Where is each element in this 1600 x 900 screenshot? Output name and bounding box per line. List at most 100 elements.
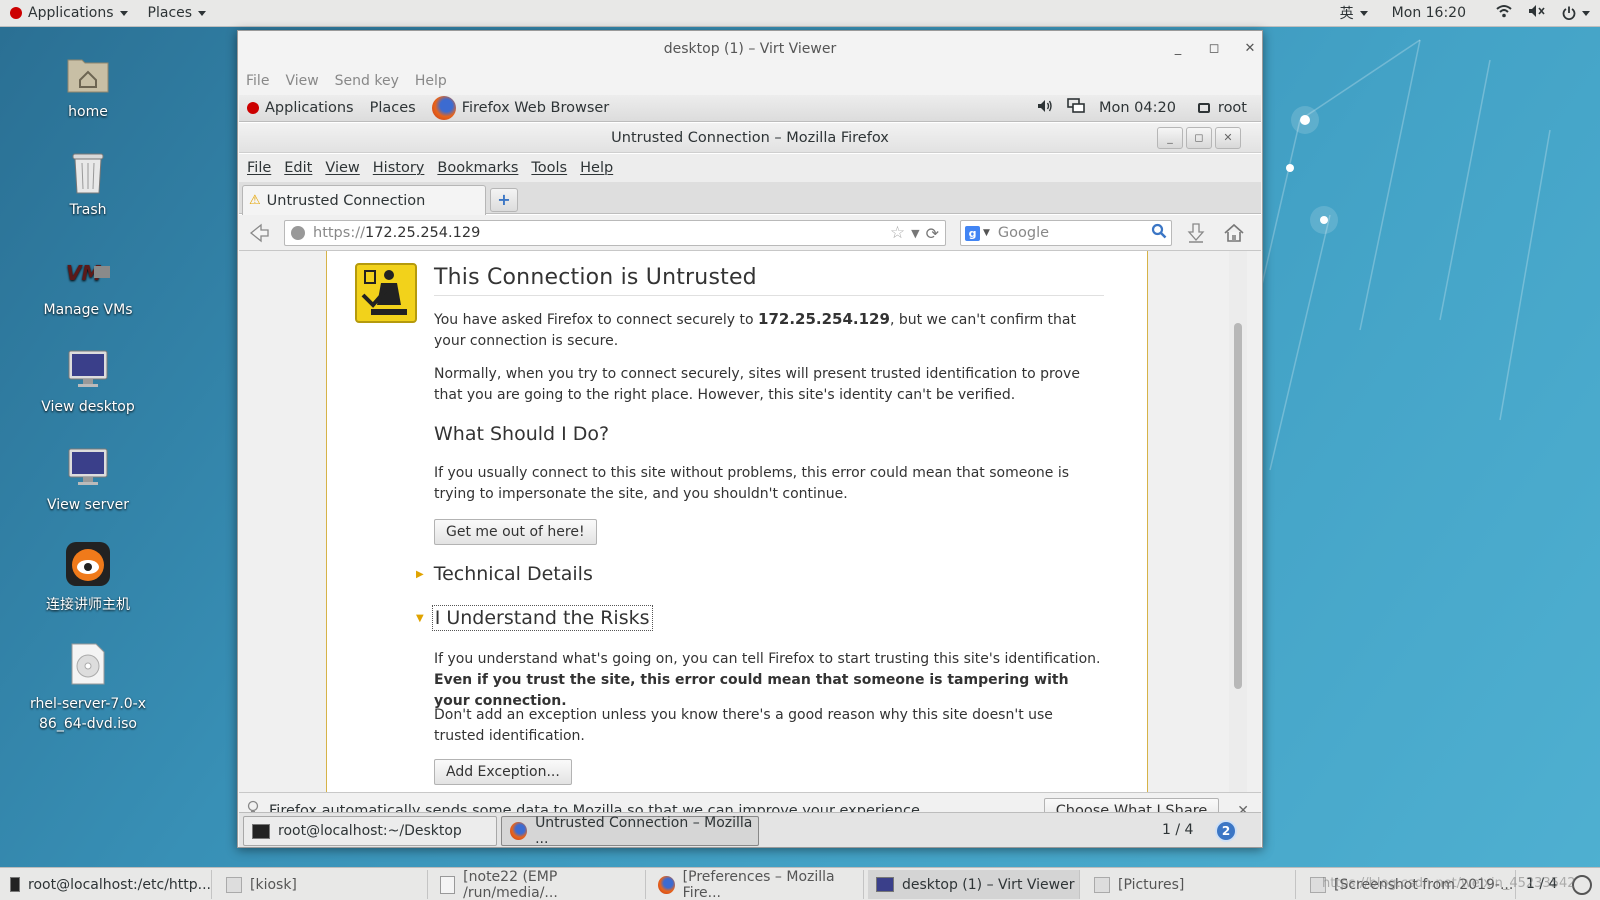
desktop-icon-manage-vms[interactable]: VM Manage VMs <box>20 248 156 318</box>
host-task-label: desktop (1) – Virt Viewer <box>902 876 1075 893</box>
error-title: This Connection is Untrusted <box>434 265 1104 296</box>
desktop-icon-view-desktop[interactable]: View desktop <box>20 345 156 415</box>
intro-host: 172.25.254.129 <box>758 310 890 328</box>
wifi-icon[interactable] <box>1496 4 1512 22</box>
host-task-preferences[interactable]: [Preferences – Mozilla Fire... <box>650 868 864 900</box>
ff-menu-edit[interactable]: Edit <box>284 160 312 176</box>
scrollbar-thumb[interactable] <box>1234 323 1242 689</box>
technical-details-toggle[interactable]: ▶ Technical Details <box>416 563 593 585</box>
search-engine-dropdown-icon[interactable]: ▼ <box>983 228 990 238</box>
maximize-button[interactable]: ◻ <box>1204 39 1224 59</box>
reload-icon[interactable]: ⟳ <box>926 224 939 243</box>
search-icon[interactable] <box>1151 223 1167 243</box>
input-method-menu[interactable]: 英 <box>1340 3 1368 23</box>
firefox-icon <box>431 96 456 120</box>
host-task-pictures[interactable]: [Pictures] <box>1086 870 1296 899</box>
what-should-i-do-heading: What Should I Do? <box>434 423 610 445</box>
terminal-icon <box>252 823 270 839</box>
url-bar[interactable]: https://172.25.254.129 ☆ ▼ ⟳ <box>284 220 946 246</box>
menu-file[interactable]: File <box>246 73 269 89</box>
network-wired-icon[interactable] <box>1067 98 1085 118</box>
menu-send-key[interactable]: Send key <box>335 73 399 89</box>
host-task-label: [note22 (EMP /run/media/... <box>463 868 558 900</box>
host-task-virt-viewer[interactable]: desktop (1) – Virt Viewer <box>868 870 1080 899</box>
guest-user-menu[interactable]: root <box>1197 100 1247 116</box>
search-bar[interactable]: g ▼ Google <box>960 220 1172 246</box>
applications-menu[interactable]: Applications <box>0 0 138 27</box>
add-exception-button[interactable]: Add Exception... <box>434 759 572 785</box>
understand-risks-toggle[interactable]: ▼ I Understand the Risks <box>416 605 653 631</box>
get-me-out-button[interactable]: Get me out of here! <box>434 519 597 545</box>
what-should-i-do-text: If you usually connect to this site with… <box>434 465 1070 502</box>
guest-workspace-pager[interactable]: 1 / 4 <box>1162 822 1193 838</box>
remote-desktop-icon <box>64 540 112 588</box>
firefox-titlebar[interactable]: Untrusted Connection – Mozilla Firefox <box>239 123 1261 153</box>
applications-label: Applications <box>28 5 114 21</box>
url-dropdown-icon[interactable]: ▼ <box>911 227 919 240</box>
tab-untrusted-connection[interactable]: ⚠ Untrusted Connection <box>242 185 486 215</box>
downloads-icon[interactable] <box>1186 222 1206 248</box>
notification-badge[interactable]: 2 <box>1215 820 1237 842</box>
guest-active-app[interactable]: Firefox Web Browser <box>424 96 618 120</box>
new-tab-button[interactable]: + <box>490 188 518 212</box>
guest-places-menu[interactable]: Places <box>362 100 424 116</box>
desktop-icon-iso[interactable]: rhel-server-7.0-x86_64-dvd.iso <box>20 640 156 734</box>
power-icon[interactable] <box>1562 6 1590 20</box>
ff-menu-help[interactable]: Help <box>580 160 613 176</box>
firefox-minimize-button[interactable]: _ <box>1157 127 1183 149</box>
volume-muted-icon[interactable] <box>1528 4 1546 22</box>
host-task-terminal[interactable]: root@localhost:/etc/http... <box>2 870 212 899</box>
virt-viewer-titlebar[interactable]: desktop (1) – Virt Viewer <box>238 31 1262 67</box>
globe-icon <box>291 226 305 240</box>
close-button[interactable]: ✕ <box>1240 39 1260 59</box>
guest-task-terminal[interactable]: root@localhost:~/Desktop <box>243 816 497 846</box>
page-content: This Connection is Untrusted You have as… <box>239 251 1261 792</box>
input-method-label: 英 <box>1339 6 1354 22</box>
back-button[interactable] <box>247 221 271 249</box>
clock[interactable]: Mon 16:20 <box>1392 5 1466 21</box>
guest-task-firefox[interactable]: Untrusted Connection – Mozilla ... <box>501 815 759 847</box>
scrollbar[interactable] <box>1229 251 1247 792</box>
host-task-kiosk[interactable]: [kiosk] <box>218 870 428 899</box>
guest-clock[interactable]: Mon 04:20 <box>1099 100 1176 116</box>
tab-label: Untrusted Connection <box>266 192 426 209</box>
ff-menu-file[interactable]: File <box>247 160 271 176</box>
monitor-icon <box>876 877 894 892</box>
guest-task-label: Untrusted Connection – Mozilla ... <box>535 815 753 847</box>
firefox-maximize-button[interactable]: ◻ <box>1186 127 1212 149</box>
bookmark-star-icon[interactable]: ☆ <box>890 223 905 243</box>
disc-image-icon <box>64 640 112 688</box>
volume-icon[interactable] <box>1037 99 1053 117</box>
places-menu[interactable]: Places <box>138 0 217 27</box>
risks-text: If you understand what's going on, you c… <box>434 649 1104 712</box>
firefox-close-button[interactable]: ✕ <box>1215 127 1241 149</box>
ff-menu-tools[interactable]: Tools <box>531 160 567 176</box>
desktop-icon-view-server[interactable]: View server <box>20 443 156 513</box>
desktop-icon-connect-teacher[interactable]: 连接讲师主机 <box>20 540 156 614</box>
ff-menu-view[interactable]: View <box>325 160 359 176</box>
url-host: 172.25.254.129 <box>364 225 481 241</box>
desktop-icon-home[interactable]: home <box>20 50 156 120</box>
menu-help[interactable]: Help <box>415 73 447 89</box>
desktop-icon-trash[interactable]: Trash <box>20 148 156 218</box>
guest-display[interactable]: Applications Places Firefox Web Browser … <box>239 95 1261 847</box>
ff-menu-bookmarks[interactable]: Bookmarks <box>437 160 518 176</box>
guest-taskbar: root@localhost:~/Desktop Untrusted Conne… <box>239 812 1261 847</box>
virt-viewer-window: desktop (1) – Virt Viewer _ ◻ ✕ File Vie… <box>237 30 1263 848</box>
guest-applications-menu[interactable]: Applications <box>239 100 362 116</box>
text-editor-icon <box>440 875 456 894</box>
menu-view[interactable]: View <box>285 73 318 89</box>
redhat-icon <box>10 7 22 19</box>
firefox-menubar: File Edit View History Bookmarks Tools H… <box>239 154 1261 182</box>
window-icon <box>226 876 242 893</box>
host-task-note[interactable]: [note22 (EMP /run/media/... <box>432 868 646 900</box>
ff-menu-history[interactable]: History <box>373 160 425 176</box>
firefox-icon <box>658 875 675 894</box>
host-task-label: [Preferences – Mozilla Fire... <box>682 868 835 900</box>
desktop-icon-label: home <box>68 104 108 120</box>
host-taskbar: root@localhost:/etc/http... [kiosk] [not… <box>0 867 1600 900</box>
watermark: https://blog.csdn.net/weixin_45233542 <box>1322 876 1576 891</box>
home-icon[interactable] <box>1223 222 1245 248</box>
minimize-button[interactable]: _ <box>1168 39 1188 59</box>
url-scheme: https:// <box>313 225 365 241</box>
